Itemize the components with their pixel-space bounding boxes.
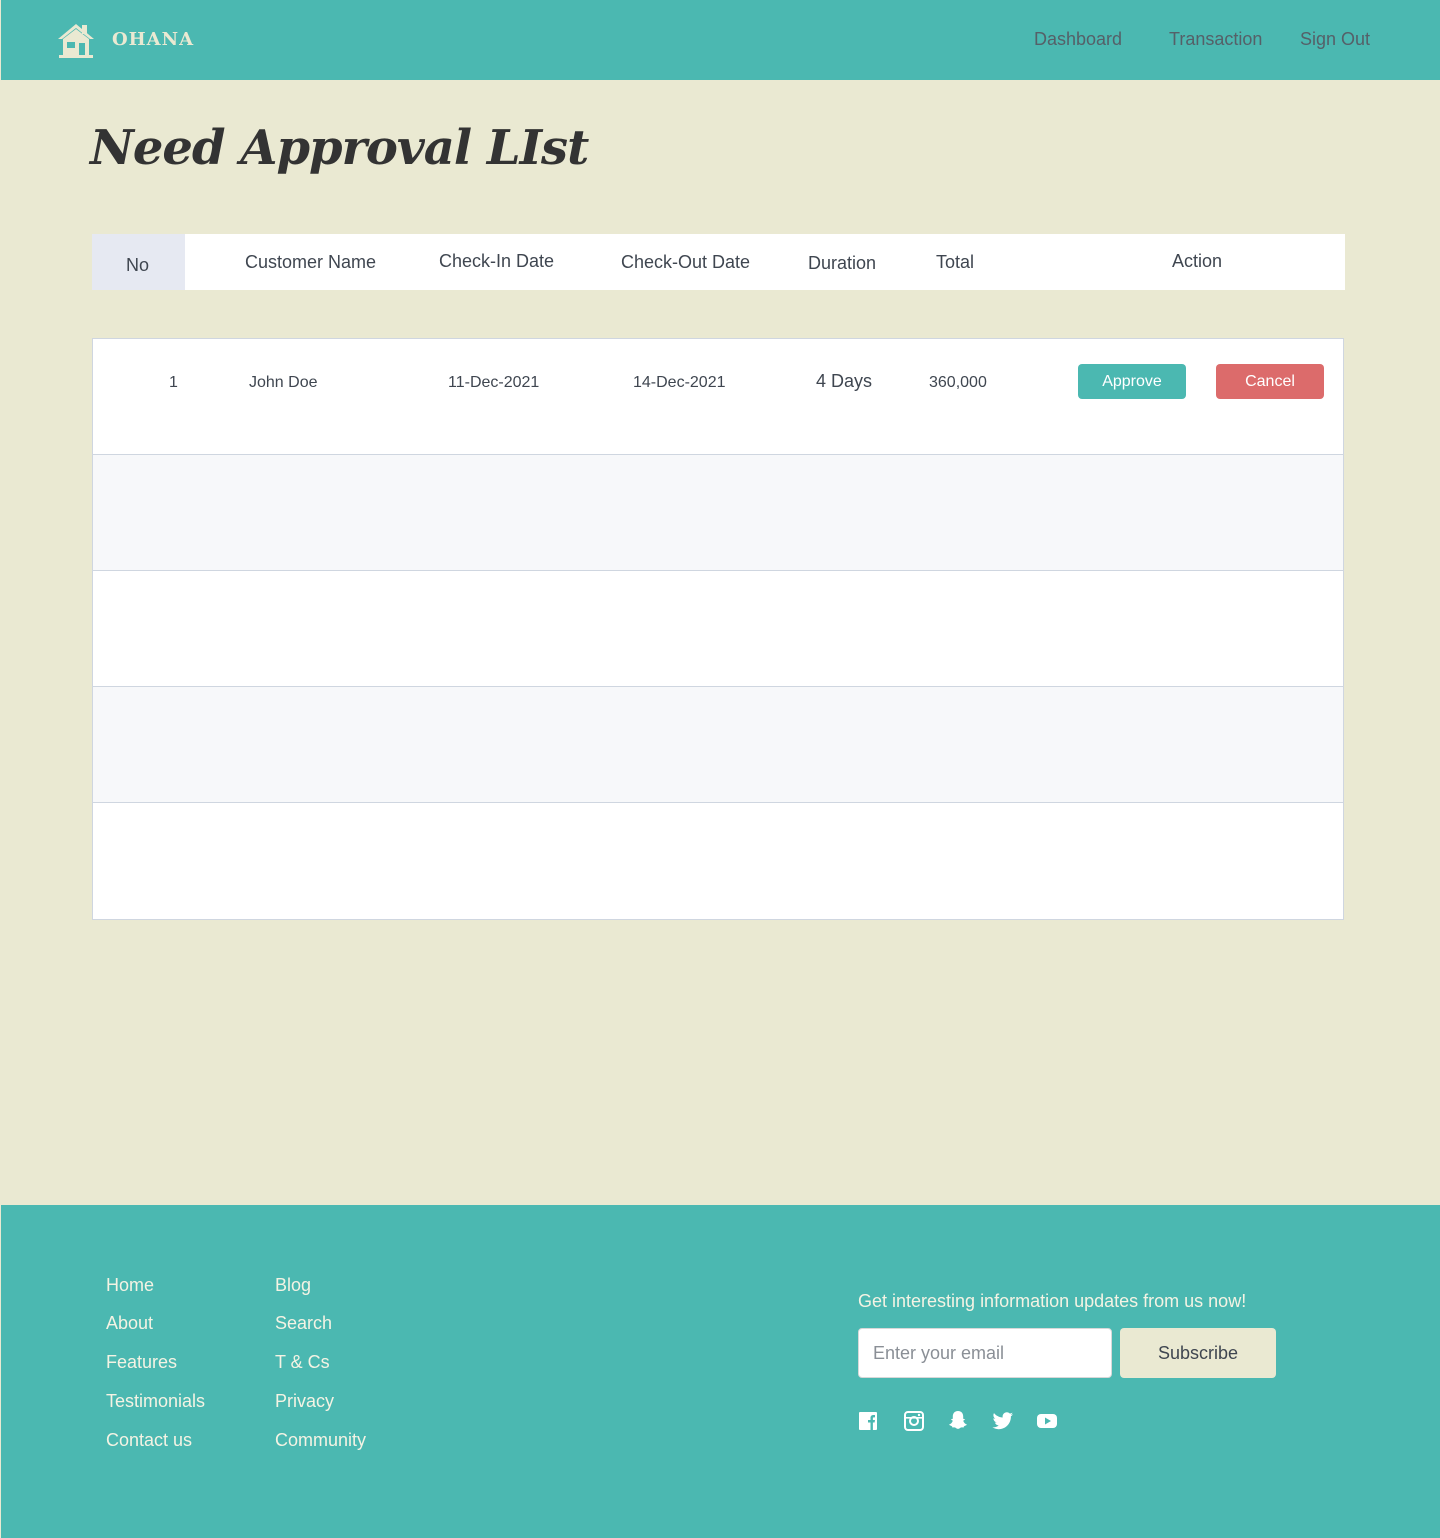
newsletter-text: Get interesting information updates from… (858, 1291, 1247, 1311)
page-title: Need Approval LIst (90, 120, 589, 176)
column-header-duration: Duration (808, 253, 877, 273)
footer-link-privacy[interactable]: Privacy (275, 1391, 334, 1412)
column-header-check-out: Check-Out Date (621, 252, 751, 272)
table-row: 1 John Doe 11-Dec-2021 14-Dec-2021 4 Day… (93, 339, 1343, 455)
cell-total: 360,000 (929, 374, 987, 391)
empty-table-row (93, 687, 1343, 803)
empty-table-row (93, 803, 1343, 919)
brand-name[interactable]: OHANA (112, 29, 194, 50)
subscribe-button[interactable]: Subscribe (1120, 1328, 1276, 1378)
table-header: No Customer Name Check-In Date Check-Out… (92, 234, 1345, 290)
footer-link-testimonials[interactable]: Testimonials (106, 1391, 205, 1412)
column-header-action: Action (1172, 251, 1223, 271)
empty-table-row (93, 455, 1343, 571)
twitter-icon[interactable] (992, 1409, 1014, 1431)
column-header-total: Total (936, 252, 975, 272)
nav-dashboard-link[interactable]: Dashboard (1034, 29, 1122, 50)
cell-duration: 4 Days (816, 371, 873, 391)
cell-check-out: 14-Dec-2021 (633, 374, 726, 391)
nav-transaction-link[interactable]: Transaction (1169, 29, 1262, 50)
instagram-icon[interactable] (903, 1409, 925, 1431)
cell-check-in: 11-Dec-2021 (448, 374, 540, 391)
footer-link-blog[interactable]: Blog (275, 1275, 311, 1296)
column-header-no: No (126, 255, 150, 275)
footer-link-home[interactable]: Home (106, 1275, 154, 1296)
approval-table-body: 1 John Doe 11-Dec-2021 14-Dec-2021 4 Day… (92, 338, 1344, 920)
footer: Home About Features Testimonials Contact… (1, 1205, 1440, 1538)
column-header-check-in: Check-In Date (439, 251, 555, 271)
nav-sign-out-link[interactable]: Sign Out (1300, 29, 1370, 50)
house-logo-icon[interactable] (57, 22, 95, 60)
empty-table-row (93, 571, 1343, 687)
email-input[interactable] (858, 1328, 1112, 1378)
snapchat-icon[interactable] (947, 1409, 969, 1431)
cell-no: 1 (169, 374, 178, 391)
youtube-icon[interactable] (1036, 1409, 1058, 1431)
footer-link-contact-us[interactable]: Contact us (106, 1430, 192, 1451)
top-navbar: OHANA Dashboard Transaction Sign Out (1, 0, 1440, 80)
cell-customer-name: John Doe (249, 374, 318, 391)
facebook-icon[interactable] (858, 1409, 880, 1431)
footer-link-about[interactable]: About (106, 1313, 153, 1334)
cancel-button[interactable]: Cancel (1216, 364, 1324, 399)
footer-link-community[interactable]: Community (275, 1430, 366, 1451)
footer-link-features[interactable]: Features (106, 1352, 177, 1373)
column-header-customer-name: Customer Name (245, 252, 377, 272)
footer-link-terms[interactable]: T & Cs (275, 1352, 330, 1373)
footer-link-search[interactable]: Search (275, 1313, 332, 1334)
approve-button[interactable]: Approve (1078, 364, 1186, 399)
